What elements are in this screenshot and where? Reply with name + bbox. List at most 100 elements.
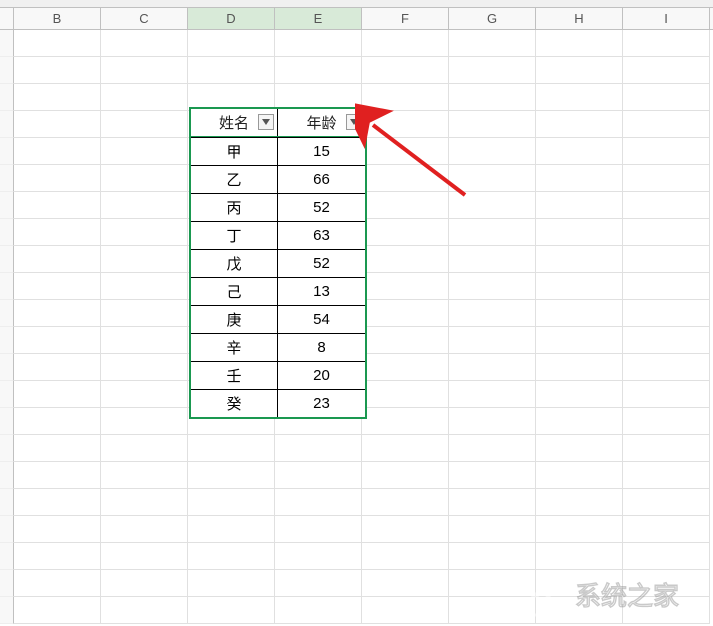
cell[interactable] xyxy=(362,543,449,570)
cell[interactable] xyxy=(536,84,623,111)
cell-name[interactable]: 乙 xyxy=(191,166,278,193)
cell[interactable] xyxy=(14,489,101,516)
cell[interactable] xyxy=(101,300,188,327)
cell[interactable] xyxy=(101,57,188,84)
cell-name[interactable]: 辛 xyxy=(191,334,278,361)
cell[interactable] xyxy=(623,489,710,516)
cell[interactable] xyxy=(101,516,188,543)
cell[interactable] xyxy=(14,381,101,408)
cell[interactable] xyxy=(623,219,710,246)
cell[interactable] xyxy=(449,354,536,381)
cell[interactable] xyxy=(536,354,623,381)
cell[interactable] xyxy=(14,408,101,435)
cell[interactable] xyxy=(449,138,536,165)
col-header-F[interactable]: F xyxy=(362,8,449,29)
table-row[interactable]: 丙52 xyxy=(191,193,365,221)
cell[interactable] xyxy=(362,192,449,219)
cell[interactable] xyxy=(275,57,362,84)
cell-age[interactable]: 15 xyxy=(278,138,365,165)
cell[interactable] xyxy=(14,246,101,273)
cell[interactable] xyxy=(362,165,449,192)
cell[interactable] xyxy=(14,327,101,354)
cell[interactable] xyxy=(101,354,188,381)
cell[interactable] xyxy=(101,543,188,570)
cell[interactable] xyxy=(101,570,188,597)
cell[interactable] xyxy=(536,300,623,327)
cell[interactable] xyxy=(362,138,449,165)
cell[interactable] xyxy=(14,165,101,192)
cell[interactable] xyxy=(188,435,275,462)
cell[interactable] xyxy=(14,192,101,219)
cell[interactable] xyxy=(14,138,101,165)
cell-age[interactable]: 23 xyxy=(278,390,365,417)
cell[interactable] xyxy=(362,57,449,84)
cell[interactable] xyxy=(449,327,536,354)
cell[interactable] xyxy=(536,327,623,354)
cell-age[interactable]: 52 xyxy=(278,250,365,277)
cell-age[interactable]: 54 xyxy=(278,306,365,333)
cell[interactable] xyxy=(623,165,710,192)
cell[interactable] xyxy=(449,408,536,435)
cell[interactable] xyxy=(101,111,188,138)
cell[interactable] xyxy=(275,597,362,624)
cell[interactable] xyxy=(14,462,101,489)
table-row[interactable]: 辛8 xyxy=(191,333,365,361)
cell[interactable] xyxy=(188,57,275,84)
cell[interactable] xyxy=(362,462,449,489)
table-row[interactable]: 壬20 xyxy=(191,361,365,389)
cell[interactable] xyxy=(623,408,710,435)
cell-age[interactable]: 66 xyxy=(278,166,365,193)
cell[interactable] xyxy=(362,354,449,381)
cell[interactable] xyxy=(362,408,449,435)
cell[interactable] xyxy=(362,219,449,246)
cell[interactable] xyxy=(101,30,188,57)
cell[interactable] xyxy=(101,435,188,462)
cell[interactable] xyxy=(536,246,623,273)
cell[interactable] xyxy=(275,489,362,516)
cell-name[interactable]: 庚 xyxy=(191,306,278,333)
cell[interactable] xyxy=(14,354,101,381)
cell[interactable] xyxy=(536,165,623,192)
cell[interactable] xyxy=(362,273,449,300)
cell[interactable] xyxy=(623,84,710,111)
cell[interactable] xyxy=(188,30,275,57)
filter-button-age[interactable] xyxy=(346,114,362,130)
cell[interactable] xyxy=(449,219,536,246)
cell-name[interactable]: 己 xyxy=(191,278,278,305)
cell[interactable] xyxy=(362,516,449,543)
col-header-H[interactable]: H xyxy=(536,8,623,29)
table-row[interactable]: 癸23 xyxy=(191,389,365,417)
cell-name[interactable]: 戊 xyxy=(191,250,278,277)
table-row[interactable]: 丁63 xyxy=(191,221,365,249)
cell[interactable] xyxy=(449,111,536,138)
cell[interactable] xyxy=(362,327,449,354)
cell[interactable] xyxy=(536,489,623,516)
cell[interactable] xyxy=(449,192,536,219)
cell[interactable] xyxy=(449,516,536,543)
cell-age[interactable]: 20 xyxy=(278,362,365,389)
table-row[interactable]: 乙66 xyxy=(191,165,365,193)
col-header-E[interactable]: E xyxy=(275,8,362,29)
cell[interactable] xyxy=(449,165,536,192)
cell[interactable] xyxy=(101,327,188,354)
cell[interactable] xyxy=(449,381,536,408)
cell[interactable] xyxy=(275,435,362,462)
cell[interactable] xyxy=(623,57,710,84)
cell[interactable] xyxy=(362,84,449,111)
cell-name[interactable]: 甲 xyxy=(191,138,278,165)
cell[interactable] xyxy=(14,273,101,300)
cell[interactable] xyxy=(449,30,536,57)
cell[interactable] xyxy=(536,516,623,543)
cell[interactable] xyxy=(449,84,536,111)
cell[interactable] xyxy=(101,138,188,165)
cell[interactable] xyxy=(14,516,101,543)
cell[interactable] xyxy=(362,597,449,624)
cell[interactable] xyxy=(362,570,449,597)
cell[interactable] xyxy=(101,165,188,192)
cell[interactable] xyxy=(536,273,623,300)
cell[interactable] xyxy=(14,597,101,624)
cell[interactable] xyxy=(14,543,101,570)
col-header-C[interactable]: C xyxy=(101,8,188,29)
col-header-G[interactable]: G xyxy=(449,8,536,29)
cell[interactable] xyxy=(275,30,362,57)
